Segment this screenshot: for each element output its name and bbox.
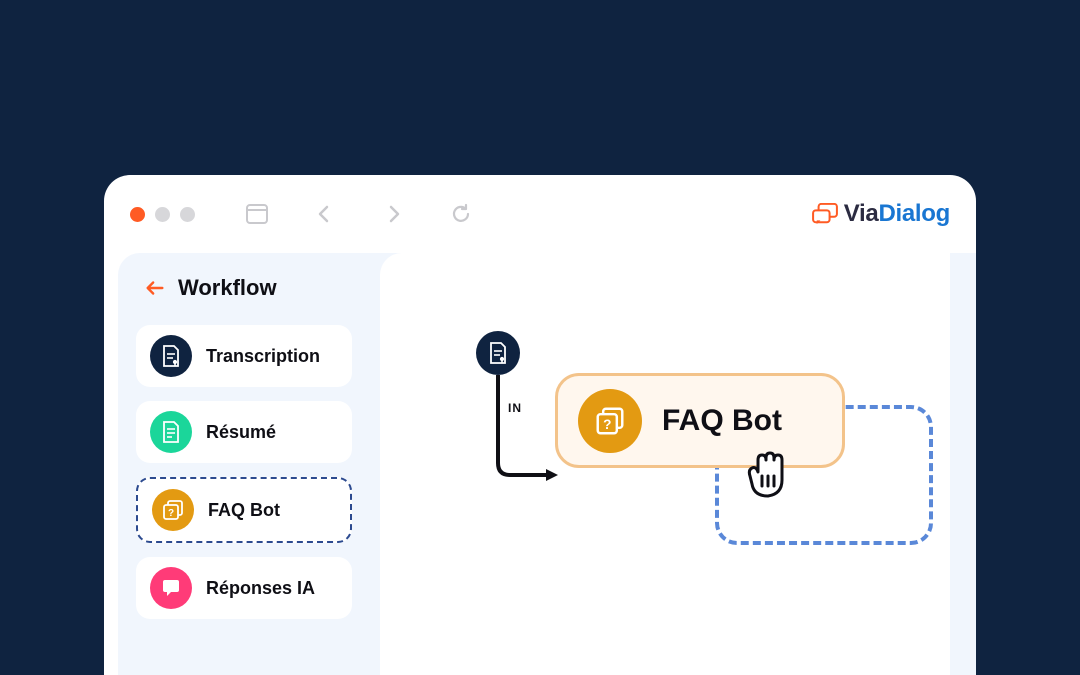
- sidebar-item-resume[interactable]: Résumé: [136, 401, 352, 463]
- start-node[interactable]: [476, 331, 520, 375]
- chat-icon: [150, 567, 192, 609]
- brand-logo: ViaDialog: [812, 200, 950, 228]
- content-area: Workflow Transcription Résumé ? FAQ Bot: [118, 253, 976, 675]
- svg-text:?: ?: [168, 508, 174, 519]
- browser-toolbar: ViaDialog: [104, 175, 976, 253]
- close-dot[interactable]: [130, 207, 145, 222]
- doc-mic-icon: [488, 342, 508, 364]
- sidebar-item-label: Réponses IA: [206, 578, 315, 599]
- forward-icon[interactable]: [381, 202, 405, 226]
- sidebar-item-transcription[interactable]: Transcription: [136, 325, 352, 387]
- toolbar-icons: [245, 202, 473, 226]
- node-label: FAQ Bot: [662, 404, 782, 438]
- workflow-sidebar: Workflow Transcription Résumé ? FAQ Bot: [136, 275, 360, 619]
- faq-icon: ?: [152, 489, 194, 531]
- dragging-node[interactable]: ? FAQ Bot: [555, 373, 845, 468]
- refresh-icon[interactable]: [449, 202, 473, 226]
- port-in-label: IN: [508, 401, 522, 415]
- minimize-dot[interactable]: [155, 207, 170, 222]
- browser-window: ViaDialog Workflow Transcription R: [104, 175, 976, 675]
- sidebar-title: Workflow: [178, 275, 277, 301]
- workflow-canvas[interactable]: IN ? FAQ Bot: [380, 253, 950, 675]
- brand-text: ViaDialog: [844, 200, 950, 228]
- edge-line: [496, 375, 560, 483]
- traffic-lights: [130, 207, 195, 222]
- sidebar-item-faq-bot[interactable]: ? FAQ Bot: [136, 477, 352, 543]
- window-icon[interactable]: [245, 202, 269, 226]
- sidebar-item-label: Résumé: [206, 422, 276, 443]
- back-icon[interactable]: [313, 202, 337, 226]
- sidebar-header: Workflow: [144, 275, 360, 301]
- faq-icon: ?: [578, 389, 642, 453]
- maximize-dot[interactable]: [180, 207, 195, 222]
- svg-text:?: ?: [603, 417, 611, 432]
- chat-bubble-icon: [812, 203, 838, 225]
- back-arrow-icon[interactable]: [144, 277, 166, 299]
- sidebar-item-reponses-ia[interactable]: Réponses IA: [136, 557, 352, 619]
- doc-icon: [150, 411, 192, 453]
- grab-cursor-icon: [740, 446, 796, 502]
- sidebar-item-label: Transcription: [206, 346, 320, 367]
- sidebar-item-label: FAQ Bot: [208, 500, 280, 521]
- doc-mic-icon: [150, 335, 192, 377]
